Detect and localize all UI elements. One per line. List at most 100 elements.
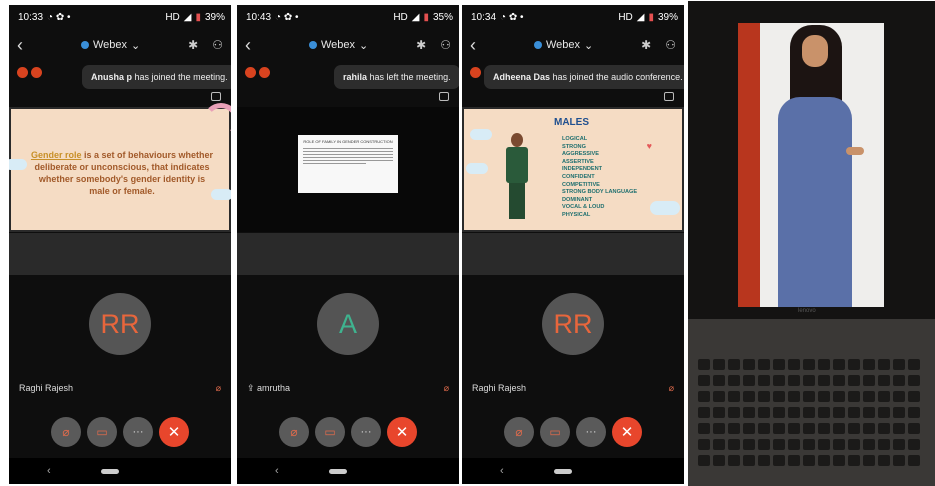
- avatar: RR: [542, 293, 604, 355]
- cloud-decoration: [650, 201, 680, 215]
- layout-icon[interactable]: [664, 92, 674, 101]
- back-icon[interactable]: ‹: [470, 35, 486, 56]
- video-button[interactable]: ▭: [87, 417, 117, 447]
- avatar: RR: [89, 293, 151, 355]
- app-title[interactable]: Webex ⌄: [533, 39, 594, 52]
- webex-logo-icon: [533, 41, 542, 49]
- notification-toast: rahila has left the meeting.: [334, 65, 459, 89]
- end-call-button[interactable]: ✕: [159, 417, 189, 447]
- slide-title: MALES: [554, 117, 589, 128]
- meeting-header: ‹ Webex ⌄ ✱ ⚇: [237, 29, 459, 61]
- video-strip: [9, 233, 231, 275]
- android-nav-bar: ‹: [9, 458, 231, 484]
- document-title: ROLE OF FAMILY IN GENDER CONSTRUCTION: [303, 139, 393, 144]
- notification-toast: Anusha p has joined the meeting.: [82, 65, 231, 89]
- mute-button[interactable]: ⌀: [51, 417, 81, 447]
- list-item: VOCAL & LOUD: [562, 204, 605, 211]
- mute-button[interactable]: ⌀: [504, 417, 534, 447]
- key-row: [698, 423, 920, 435]
- heart-icon: ♥: [646, 141, 652, 151]
- list-item: INDEPENDENT: [562, 166, 603, 173]
- video-off-icon: ▭: [549, 425, 561, 439]
- document-line: [303, 151, 393, 152]
- bluetooth-icon[interactable]: ✱: [416, 38, 426, 52]
- nav-home-icon[interactable]: [328, 468, 347, 474]
- list-item: LOGICAL: [562, 136, 588, 142]
- recording-icon: [245, 67, 256, 78]
- nav-back-icon[interactable]: ‹: [275, 465, 279, 477]
- list-item: STRONG: [562, 143, 586, 150]
- presenter-hand: [846, 147, 864, 155]
- battery-label: 39%: [204, 11, 225, 23]
- participant-name: Raghi Rajesh: [19, 383, 74, 393]
- participants-icon[interactable]: ⚇: [665, 38, 676, 52]
- more-button[interactable]: ···: [351, 417, 381, 447]
- recording-icon: [470, 67, 481, 78]
- trait-list: LOGICAL STRONG AGGRESSIVE ASSERTIVE INDE…: [562, 136, 637, 220]
- key-row: [698, 439, 920, 451]
- shared-slide: Gender role is a set of behaviours wheth…: [9, 103, 231, 230]
- presenter-face: [802, 35, 828, 67]
- more-button[interactable]: ···: [576, 417, 606, 447]
- bluetooth-icon[interactable]: ✱: [641, 38, 651, 52]
- document-line: [303, 160, 393, 161]
- layout-icon[interactable]: [211, 92, 221, 101]
- chevron-down-icon: ⌄: [131, 39, 141, 52]
- recording-indicators: [17, 67, 42, 78]
- avatar: A: [317, 293, 379, 355]
- nav-home-icon[interactable]: [100, 468, 119, 474]
- rainbow-decoration: [203, 103, 231, 139]
- bluetooth-icon[interactable]: ✱: [188, 38, 198, 52]
- cloud-decoration: [466, 163, 488, 174]
- video-off-icon: ▭: [96, 425, 108, 439]
- shared-document: ROLE OF FAMILY IN GENDER CONSTRUCTION: [298, 135, 398, 193]
- end-call-button[interactable]: ✕: [612, 417, 642, 447]
- mic-off-icon: ⌀: [515, 425, 523, 439]
- recording-indicators: [245, 67, 270, 78]
- key-row: [698, 455, 920, 467]
- app-title[interactable]: Webex ⌄: [80, 39, 141, 52]
- list-item: AGGRESSIVE: [562, 151, 599, 158]
- key-row: [698, 391, 920, 403]
- list-item: DOMINANT: [562, 196, 593, 203]
- battery-icon: ▮: [195, 11, 201, 23]
- participants-icon[interactable]: ⚇: [212, 38, 223, 52]
- participant-bar: ⇪ amrutha ⌀: [237, 381, 459, 395]
- notification-icons: ◔ ✿ •: [275, 11, 299, 23]
- cloud-decoration: [9, 159, 27, 170]
- nav-back-icon[interactable]: ‹: [47, 465, 51, 477]
- notification-icons: ◔ ✿ •: [500, 11, 524, 23]
- webex-logo-icon: [80, 41, 89, 49]
- battery-icon: ▮: [648, 11, 654, 23]
- laptop-bezel: [688, 1, 935, 319]
- call-controls: ⌀ ▭ ··· ✕: [462, 417, 684, 447]
- document-line: [303, 157, 393, 158]
- meeting-header: ‹ Webex ⌄ ✱ ⚇: [462, 29, 684, 61]
- webex-logo-icon: [308, 41, 317, 49]
- back-icon[interactable]: ‹: [17, 35, 33, 56]
- network-label: HD: [165, 11, 180, 23]
- clock: 10:33: [18, 11, 44, 23]
- back-icon[interactable]: ‹: [245, 35, 261, 56]
- laptop-keyboard: [688, 319, 935, 486]
- video-button[interactable]: ▭: [540, 417, 570, 447]
- end-call-button[interactable]: ✕: [387, 417, 417, 447]
- nav-home-icon[interactable]: [553, 468, 572, 474]
- more-button[interactable]: ···: [123, 417, 153, 447]
- layout-icon[interactable]: [439, 92, 449, 101]
- participants-icon[interactable]: ⚇: [440, 38, 451, 52]
- mute-button[interactable]: ⌀: [279, 417, 309, 447]
- meeting-header: ‹ Webex ⌄ ✱ ⚇: [9, 29, 231, 61]
- chevron-down-icon: ⌄: [584, 39, 594, 52]
- list-item: COMPETITIVE: [562, 181, 600, 188]
- participant-bar: Raghi Rajesh ⌀: [462, 381, 684, 395]
- battery-label: 39%: [657, 11, 678, 23]
- app-title[interactable]: Webex ⌄: [308, 39, 369, 52]
- participant-name: Raghi Rajesh: [472, 383, 527, 393]
- chevron-down-icon: ⌄: [359, 39, 369, 52]
- network-label: HD: [618, 11, 633, 23]
- notification-toast: Adheena Das has joined the audio confere…: [484, 65, 684, 89]
- nav-back-icon[interactable]: ‹: [500, 465, 504, 477]
- video-button[interactable]: ▭: [315, 417, 345, 447]
- share-screen-icon: ⇪: [247, 382, 258, 393]
